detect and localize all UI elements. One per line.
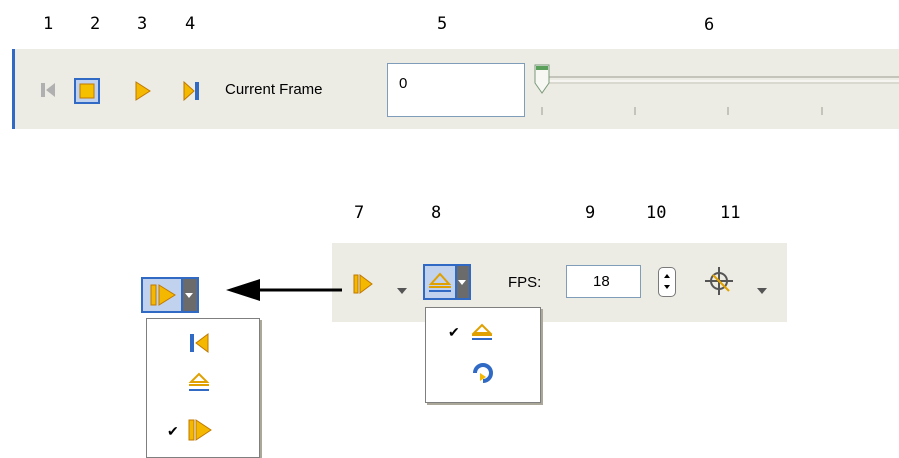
fps-label: FPS: [508, 274, 542, 291]
camera-target-button[interactable] [704, 265, 738, 299]
menu-item-play-reverse[interactable] [147, 369, 259, 399]
play-reverse-icon [188, 372, 210, 391]
animation-toolbar: Current Frame 0 [12, 49, 899, 129]
play-forward-icon [150, 284, 176, 306]
play-mode-icon-box [141, 277, 183, 313]
menu-item-play-backward[interactable] [147, 329, 259, 359]
play-mode-expanded-button[interactable] [141, 277, 209, 313]
callout-arrow [224, 277, 344, 303]
play-icon [135, 81, 151, 101]
callout-8: 8 [431, 203, 442, 223]
stop-button[interactable] [74, 78, 100, 104]
left-arrow-icon [226, 279, 342, 301]
go-to-start-button[interactable] [38, 80, 58, 100]
play-once-icon [428, 272, 452, 292]
go-to-start-icon [41, 83, 55, 97]
loop-mode-button[interactable] [423, 264, 471, 300]
callout-9: 9 [585, 203, 596, 223]
callout-11: 11 [720, 203, 741, 223]
play-mode-button[interactable] [352, 273, 374, 295]
chevron-down-icon [757, 288, 767, 294]
callout-4: 4 [185, 14, 196, 34]
callout-10: 10 [646, 203, 667, 223]
spinner-arrows-icon [664, 274, 670, 289]
loop-mode-icon-box [423, 264, 457, 300]
chevron-down-icon [185, 293, 193, 298]
timeline-track [536, 76, 899, 115]
go-to-end-icon [183, 80, 199, 102]
menu-item-play-forward[interactable]: ✔ [147, 415, 259, 447]
play-forward-icon [188, 419, 212, 441]
crosshair-icon [705, 267, 733, 295]
playback-toolbar: FPS: 18 [332, 243, 787, 322]
play-once-icon [471, 323, 493, 340]
chevron-down-icon [397, 288, 407, 294]
check-icon: ✔ [448, 324, 460, 340]
fps-input[interactable]: 18 [566, 265, 641, 298]
callout-5: 5 [437, 14, 448, 34]
play-button[interactable] [132, 80, 154, 102]
callout-1: 1 [43, 14, 54, 34]
play-backward-icon [190, 333, 209, 353]
play-forward-icon [353, 274, 373, 294]
current-frame-input[interactable]: 0 [387, 63, 525, 117]
play-mode-dropdown-arrow[interactable] [397, 281, 407, 294]
play-mode-expanded-arrow[interactable] [183, 277, 199, 313]
menu-item-loop[interactable] [426, 356, 540, 388]
play-mode-menu: ✔ [146, 318, 260, 458]
callout-7: 7 [354, 203, 365, 223]
timeline-thumb[interactable] [533, 63, 551, 97]
current-frame-label: Current Frame [225, 81, 323, 98]
menu-item-play-once[interactable]: ✔ [426, 316, 540, 346]
callout-2: 2 [90, 14, 101, 34]
loop-icon [473, 363, 493, 383]
timeline-slider[interactable] [522, 57, 899, 123]
callout-3: 3 [137, 14, 148, 34]
chevron-down-icon [458, 280, 466, 285]
fps-spinner[interactable] [658, 267, 676, 297]
check-icon: ✔ [167, 423, 179, 439]
toolbar-left-edge [12, 49, 15, 129]
loop-mode-menu: ✔ [425, 307, 541, 403]
stop-icon [79, 83, 95, 99]
callout-6: 6 [704, 15, 715, 35]
camera-dropdown-arrow[interactable] [757, 281, 767, 294]
go-to-end-button[interactable] [182, 80, 204, 102]
loop-mode-dropdown-arrow[interactable] [457, 264, 471, 300]
